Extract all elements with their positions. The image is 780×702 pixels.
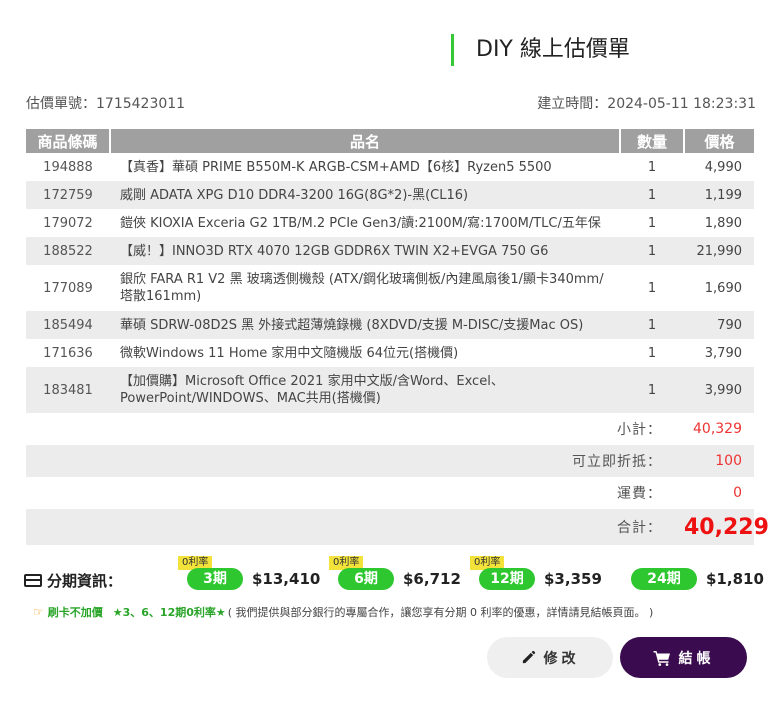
note-zero-rate: ★3、6、12期0利率★ bbox=[112, 606, 226, 619]
installment-amount: $13,410 bbox=[252, 570, 321, 588]
product-name: 銀欣 FARA R1 V2 黑 玻璃透側機殼 (ATX/鋼化玻璃側板/內建風扇後… bbox=[120, 272, 604, 304]
discount-label: 可立即折抵： bbox=[26, 445, 684, 477]
checkout-button[interactable]: 結帳 bbox=[620, 637, 747, 678]
product-code: 172759 bbox=[26, 181, 110, 209]
table-row: 185494 華碩 SDRW-08D2S 黑 外接式超薄燒錄機 (8XDVD/支… bbox=[26, 311, 754, 339]
product-name: 華碩 SDRW-08D2S 黑 外接式超薄燒錄機 (8XDVD/支援 M-DIS… bbox=[110, 311, 620, 339]
credit-card-icon bbox=[24, 574, 42, 587]
total-row: 合計： 40,229 bbox=[26, 509, 769, 545]
product-code: 171636 bbox=[43, 345, 93, 361]
product-code: 185494 bbox=[26, 311, 110, 339]
shipping-row: 運費： 0 bbox=[26, 477, 754, 509]
product-price: 3,990 bbox=[684, 367, 754, 413]
quote-table: 商品條碼 品名 數量 價格 194888 【真香】華碩 PRIME B550M-… bbox=[26, 129, 769, 545]
product-qty: 1 bbox=[620, 237, 684, 265]
table-row: 177089 銀欣 FARA R1 V2 黑 玻璃透側機殼 (ATX/鋼化玻璃側… bbox=[26, 265, 754, 311]
product-code: 177089 bbox=[43, 280, 93, 296]
table-row: 183481 【加價購】Microsoft Office 2021 家用中文版/… bbox=[26, 367, 754, 413]
product-qty: 1 bbox=[647, 159, 657, 175]
product-price: 21,990 bbox=[684, 237, 754, 265]
shipping-value: 0 bbox=[733, 485, 742, 501]
subtotal-row: 小計： 40,329 bbox=[26, 413, 754, 445]
header-price: 價格 bbox=[684, 129, 754, 153]
total-label: 合計： bbox=[26, 509, 684, 545]
product-qty: 1 bbox=[647, 280, 657, 296]
product-code: 183481 bbox=[26, 367, 110, 413]
product-code: 179072 bbox=[43, 215, 93, 231]
header-code: 商品條碼 bbox=[26, 129, 111, 153]
installment-note: ☞ 刷卡不加價 ★3、6、12期0利率★ ( 我們提供與部分銀行的專屬合作，讓您… bbox=[33, 604, 653, 620]
product-name: 威剛 ADATA XPG D10 DDR4-3200 16G(8G*2)-黑(C… bbox=[110, 181, 620, 209]
discount-value: 100 bbox=[684, 445, 754, 477]
subtotal-value: 40,329 bbox=[693, 421, 742, 437]
installment-term-pill: 12期 bbox=[479, 568, 535, 590]
cart-icon bbox=[653, 650, 671, 666]
product-qty: 1 bbox=[620, 181, 684, 209]
shipping-label: 運費： bbox=[617, 486, 662, 502]
product-price: 3,790 bbox=[704, 345, 742, 361]
product-price: 4,990 bbox=[704, 159, 742, 175]
header-qty: 數量 bbox=[620, 129, 685, 153]
checkout-button-label: 結帳 bbox=[678, 650, 715, 667]
table-row: 172759 威剛 ADATA XPG D10 DDR4-3200 16G(8G… bbox=[26, 181, 754, 209]
header-name: 品名 bbox=[110, 129, 621, 153]
product-qty: 1 bbox=[620, 311, 684, 339]
edit-button-label: 修改 bbox=[543, 650, 580, 667]
table-row: 188522 【威！】INNO3D RTX 4070 12GB GDDR6X T… bbox=[26, 237, 754, 265]
product-price: 1,199 bbox=[684, 181, 754, 209]
pencil-icon bbox=[521, 650, 536, 665]
total-value: 40,229 bbox=[684, 509, 769, 545]
product-code: 194888 bbox=[43, 159, 93, 175]
product-qty: 1 bbox=[620, 367, 684, 413]
discount-row: 可立即折抵： 100 bbox=[26, 445, 754, 477]
created-time: 建立時間：2024-05-11 18:23:31 bbox=[537, 96, 756, 112]
table-header-row: 商品條碼 品名 數量 價格 bbox=[26, 129, 754, 153]
installment-amount: $3,359 bbox=[544, 570, 602, 588]
quote-number: 估價單號：1715423011 bbox=[26, 96, 186, 112]
installment-amount: $1,810 bbox=[706, 570, 764, 588]
product-name: 鎧俠 KIOXIA Exceria G2 1TB/M.2 PCIe Gen3/讀… bbox=[120, 215, 601, 231]
installment-label: 分期資訊： bbox=[24, 570, 122, 591]
subtotal-label: 小計： bbox=[617, 422, 662, 438]
product-code: 188522 bbox=[26, 237, 110, 265]
page-title: DIY 線上估價單 bbox=[451, 34, 630, 66]
installment-amount: $6,712 bbox=[403, 570, 461, 588]
installment-term-pill: 6期 bbox=[338, 568, 394, 590]
product-name: 微軟Windows 11 Home 家用中文隨機版 64位元(搭機價) bbox=[120, 345, 459, 361]
table-row: 179072 鎧俠 KIOXIA Exceria G2 1TB/M.2 PCIe… bbox=[26, 209, 754, 237]
product-name: 【威！】INNO3D RTX 4070 12GB GDDR6X TWIN X2+… bbox=[110, 237, 620, 265]
pointing-hand-icon: ☞ bbox=[33, 605, 44, 619]
product-price: 790 bbox=[684, 311, 754, 339]
product-price: 1,690 bbox=[704, 280, 742, 296]
product-qty: 1 bbox=[647, 345, 657, 361]
note-no-surcharge: 刷卡不加價 bbox=[47, 606, 103, 619]
product-qty: 1 bbox=[647, 215, 657, 231]
installment-term-pill: 24期 bbox=[631, 568, 697, 590]
note-detail: ( 我們提供與部分銀行的專屬合作，讓您享有分期 0 利率的優惠，詳情請見結帳頁面… bbox=[227, 606, 654, 619]
installment-term-pill: 3期 bbox=[187, 568, 243, 590]
product-name: 【加價購】Microsoft Office 2021 家用中文版/含Word、E… bbox=[110, 367, 620, 413]
product-name: 【真香】華碩 PRIME B550M-K ARGB-CSM+AMD【6核】Ryz… bbox=[120, 159, 552, 175]
table-row: 171636 微軟Windows 11 Home 家用中文隨機版 64位元(搭機… bbox=[26, 339, 754, 367]
product-price: 1,890 bbox=[704, 215, 742, 231]
installment-label-text: 分期資訊： bbox=[47, 572, 123, 590]
edit-button[interactable]: 修改 bbox=[487, 637, 613, 678]
table-row: 194888 【真香】華碩 PRIME B550M-K ARGB-CSM+AMD… bbox=[26, 153, 754, 181]
